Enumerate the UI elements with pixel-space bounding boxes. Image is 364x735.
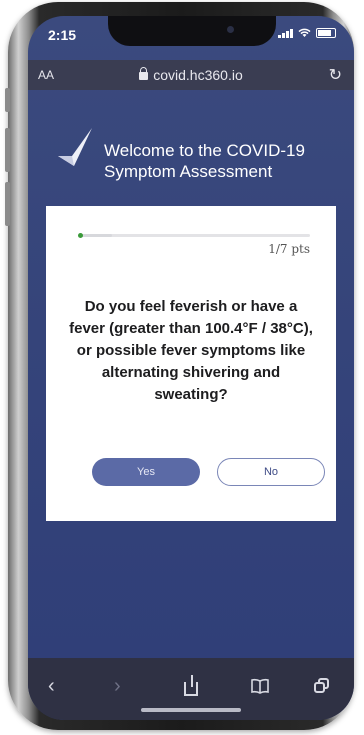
no-button[interactable]: No xyxy=(217,458,325,486)
progress-fill xyxy=(80,234,113,237)
yes-button[interactable]: Yes xyxy=(92,458,200,486)
question-text: Do you feel feverish or have a fever (gr… xyxy=(69,298,313,403)
reload-icon[interactable]: ↻ xyxy=(329,65,342,85)
battery-icon xyxy=(316,28,336,38)
book-icon[interactable] xyxy=(250,678,270,694)
chevron-left-icon[interactable]: ‹ xyxy=(48,676,55,696)
status-time: 2:15 xyxy=(48,27,77,43)
volume-down-button xyxy=(5,182,10,226)
question-card: 1/7 pts Do you feel feverish or have a f… xyxy=(46,206,336,521)
chevron-right-icon[interactable]: › xyxy=(114,676,121,696)
wifi-icon xyxy=(298,28,311,37)
brand-checkmark-icon xyxy=(58,128,92,166)
browser-toolbar: ‹ › xyxy=(28,658,354,720)
url-text: covid.hc360.io xyxy=(153,67,243,83)
lock-icon xyxy=(139,67,149,80)
url-display[interactable]: covid.hc360.io xyxy=(28,67,354,83)
signal-icon xyxy=(278,28,293,38)
home-indicator xyxy=(141,708,241,712)
progress-label: 1/7 pts xyxy=(268,242,310,256)
screen: 2:15 AA covid.hc360.io ↻ Welcome to the … xyxy=(28,16,354,720)
progress-indicator xyxy=(78,233,83,238)
phone-frame: 2:15 AA covid.hc360.io ↻ Welcome to the … xyxy=(5,2,354,730)
mute-switch xyxy=(5,88,10,112)
address-bar[interactable]: AA covid.hc360.io ↻ xyxy=(28,60,354,90)
share-icon[interactable] xyxy=(184,675,198,696)
progress-bar xyxy=(78,233,310,238)
status-bar: 2:15 xyxy=(28,20,354,48)
volume-up-button xyxy=(5,128,10,172)
page-title: Welcome to the COVID-19 Symptom Assessme… xyxy=(104,141,305,181)
